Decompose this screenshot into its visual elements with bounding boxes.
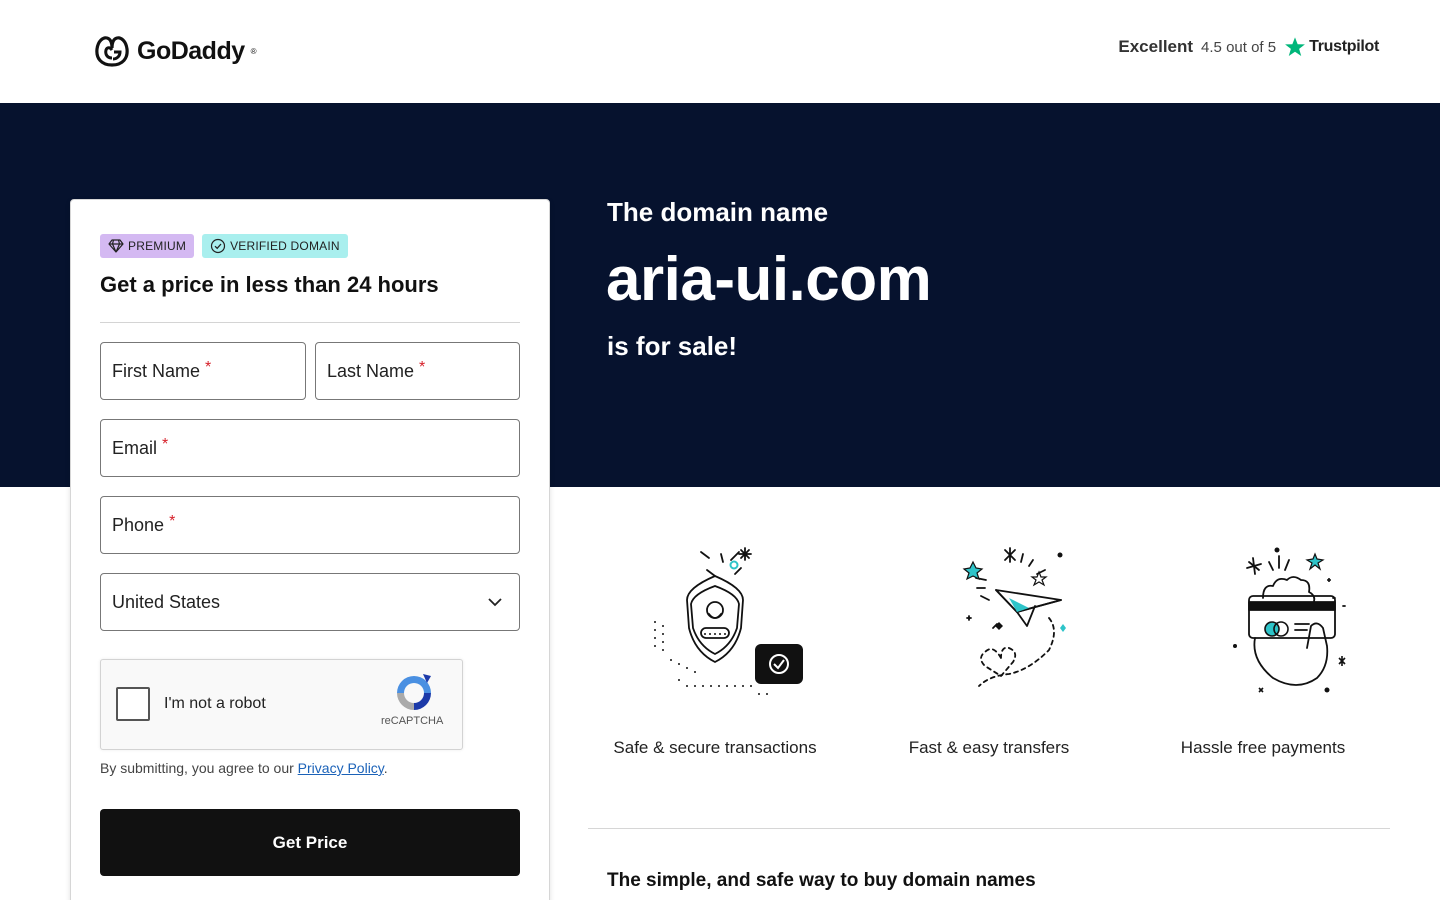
last-name-field[interactable]: Last Name * bbox=[315, 342, 520, 400]
credit-card-hand-icon bbox=[1233, 547, 1346, 693]
rating-word: Excellent bbox=[1118, 37, 1194, 56]
get-price-button[interactable]: Get Price bbox=[100, 809, 520, 876]
email-label: Email bbox=[112, 437, 158, 458]
consent-suffix: . bbox=[383, 760, 388, 776]
shield-icon bbox=[654, 547, 803, 695]
feature-transfers: Fast & easy transfers bbox=[859, 540, 1119, 757]
section-divider bbox=[588, 828, 1390, 829]
country-select[interactable]: United States bbox=[100, 573, 520, 631]
first-name-field[interactable]: First Name * bbox=[100, 342, 306, 400]
phone-field[interactable]: Phone * bbox=[100, 496, 520, 554]
badge-row: PREMIUM VERIFIED DOMAIN bbox=[100, 234, 348, 258]
trustpilot-brand: Trustpilot bbox=[1284, 36, 1379, 58]
recaptcha-logo-icon bbox=[397, 674, 431, 710]
trustpilot-star-icon bbox=[1285, 37, 1306, 56]
diamond-icon bbox=[108, 239, 124, 253]
recaptcha-checkbox[interactable] bbox=[116, 687, 150, 721]
phone-label: Phone bbox=[112, 514, 165, 535]
privacy-policy-link[interactable]: Privacy Policy bbox=[298, 760, 384, 776]
recaptcha-widget: I'm not a robot reCAPTCHA bbox=[100, 659, 463, 750]
godaddy-logo[interactable]: GoDaddy ® bbox=[93, 34, 257, 68]
consent-text: By submitting, you agree to our Privacy … bbox=[100, 760, 388, 776]
feature-transfers-label: Fast & easy transfers bbox=[908, 738, 1070, 757]
paper-plane-icon bbox=[962, 547, 1066, 687]
rating-score: 4.5 out of 5 bbox=[1201, 38, 1277, 56]
premium-badge: PREMIUM bbox=[100, 234, 195, 258]
form-divider bbox=[100, 322, 520, 323]
verified-badge: VERIFIED DOMAIN bbox=[202, 234, 348, 258]
top-bar: GoDaddy ® Excellent 4.5 out of 5 Trustpi… bbox=[0, 0, 1440, 103]
trustpilot-label: Trustpilot bbox=[1309, 38, 1379, 55]
hero-pre-text: The domain name bbox=[607, 197, 829, 227]
feature-payments-label: Hassle free payments bbox=[1180, 738, 1346, 757]
feature-secure-label: Safe & secure transactions bbox=[613, 738, 817, 757]
required-marker: * bbox=[162, 436, 169, 453]
feature-secure: Safe & secure transactions bbox=[585, 540, 845, 757]
hero-post-text: is for sale! bbox=[607, 331, 738, 361]
verified-check-icon bbox=[210, 238, 226, 254]
consent-prefix: By submitting, you agree to our bbox=[100, 760, 298, 776]
recaptcha-brand: reCAPTCHA bbox=[381, 715, 444, 727]
required-marker: * bbox=[169, 513, 176, 530]
brand-name: GoDaddy bbox=[137, 36, 245, 65]
verified-badge-label: VERIFIED DOMAIN bbox=[230, 239, 340, 253]
last-name-label: Last Name bbox=[327, 360, 415, 381]
trustpilot-rating[interactable]: Excellent 4.5 out of 5 Trustpilot bbox=[1118, 36, 1379, 58]
required-marker: * bbox=[205, 359, 212, 376]
country-selected-value: United States bbox=[112, 591, 221, 612]
required-marker: * bbox=[419, 359, 426, 376]
premium-badge-label: PREMIUM bbox=[128, 239, 187, 253]
hero-domain-name: aria-ui.com bbox=[606, 245, 932, 314]
godaddy-mark-icon bbox=[95, 36, 129, 67]
section-title: The simple, and safe way to buy domain n… bbox=[607, 870, 1036, 891]
first-name-label: First Name bbox=[112, 360, 201, 381]
chevron-down-icon bbox=[488, 598, 502, 607]
price-request-form: PREMIUM VERIFIED DOMAIN Get a price in l… bbox=[70, 199, 550, 900]
trademark-symbol: ® bbox=[250, 46, 257, 56]
feature-payments: Hassle free payments bbox=[1133, 540, 1393, 757]
email-field[interactable]: Email * bbox=[100, 419, 520, 477]
form-title: Get a price in less than 24 hours bbox=[100, 272, 439, 297]
recaptcha-label: I'm not a robot bbox=[164, 695, 266, 712]
